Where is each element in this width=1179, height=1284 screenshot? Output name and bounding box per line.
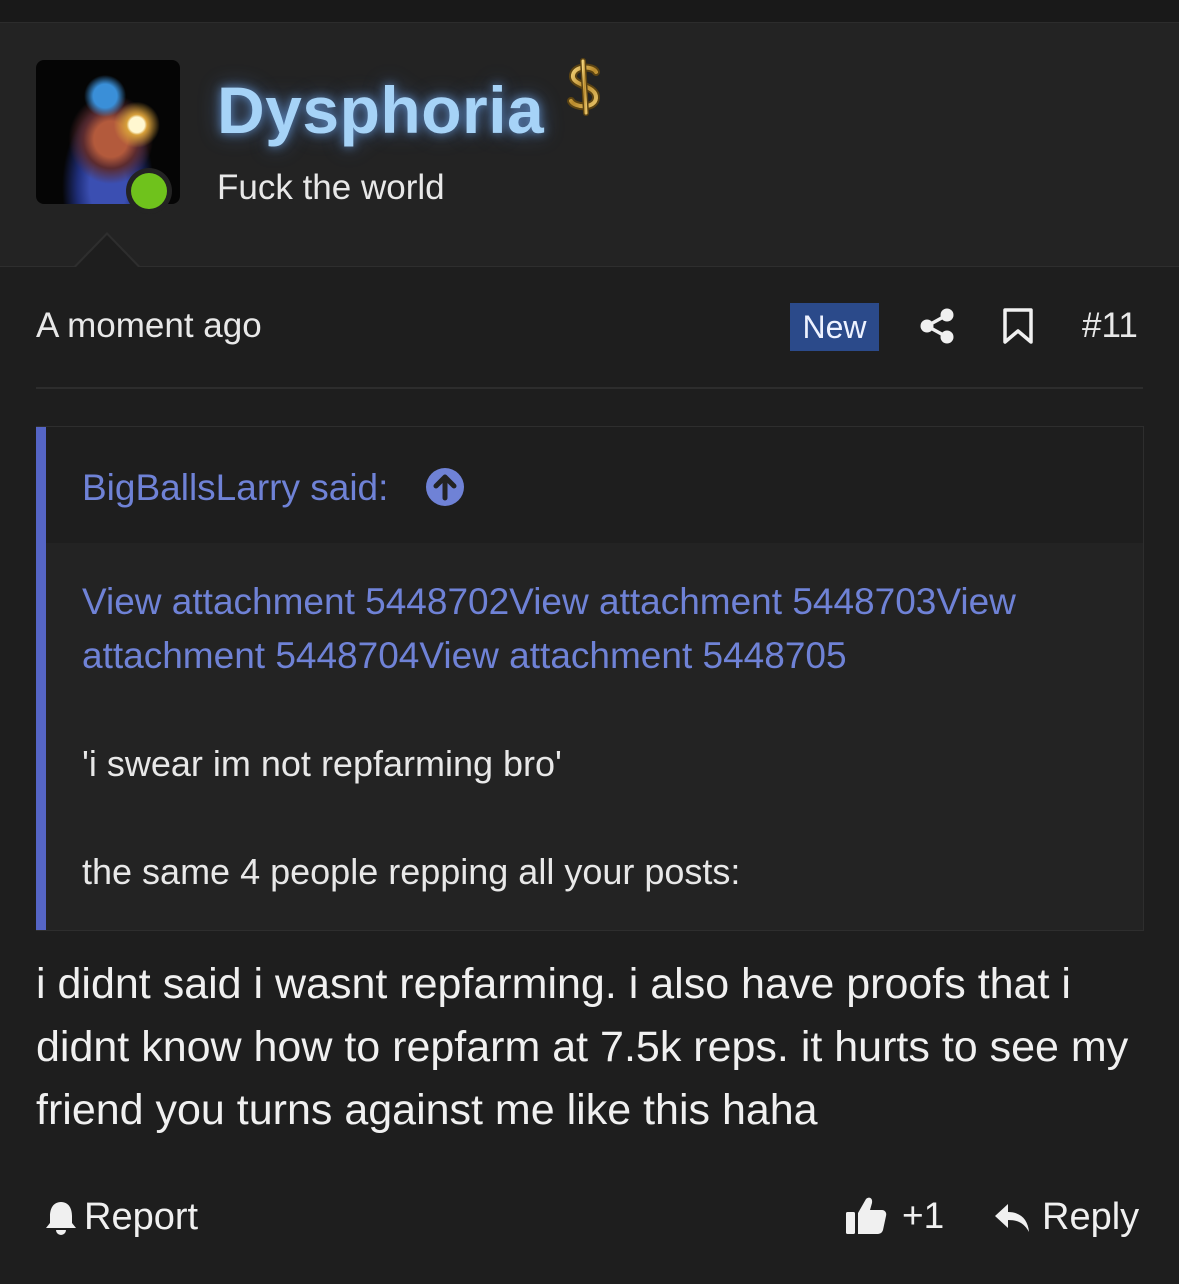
post-timestamp[interactable]: A moment ago <box>36 306 262 346</box>
thumbs-up-icon <box>846 1197 887 1234</box>
online-status-icon <box>126 168 172 214</box>
user-title: Fuck the world <box>217 168 445 207</box>
like-count: +1 <box>902 1195 945 1236</box>
quote-block: BigBallsLarry said: View attachment 5448… <box>36 426 1144 931</box>
new-badge: New <box>790 303 879 351</box>
quote-bar <box>36 427 46 930</box>
quote-text: 'i swear im not repfarming bro' <box>82 743 562 784</box>
post-body: i didnt said i wasnt repfarming. i also … <box>36 960 1129 1134</box>
bell-icon <box>46 1201 76 1235</box>
reply-arrow-icon <box>995 1203 1029 1232</box>
reply-button[interactable]: Reply <box>992 1196 1139 1239</box>
username[interactable]: Dysphoria <box>217 72 544 148</box>
reply-label: Reply <box>1042 1196 1140 1238</box>
quote-author-link[interactable]: BigBallsLarry said: <box>82 467 388 509</box>
dollar-icon <box>563 58 605 121</box>
attachment-links[interactable]: View attachment 5448702View attachment 5… <box>82 575 1102 683</box>
divider <box>36 387 1143 389</box>
post-number-link[interactable]: #11 <box>1082 306 1138 346</box>
like-button[interactable]: +1 <box>844 1194 944 1238</box>
share-icon[interactable] <box>918 307 956 350</box>
top-strip <box>0 0 1179 23</box>
report-button[interactable]: Report <box>44 1196 198 1239</box>
arrow-up-circle-icon[interactable] <box>425 467 465 512</box>
report-label: Report <box>84 1196 199 1238</box>
bookmark-icon[interactable] <box>1002 307 1034 350</box>
quote-text: the same 4 people repping all your posts… <box>82 851 741 892</box>
